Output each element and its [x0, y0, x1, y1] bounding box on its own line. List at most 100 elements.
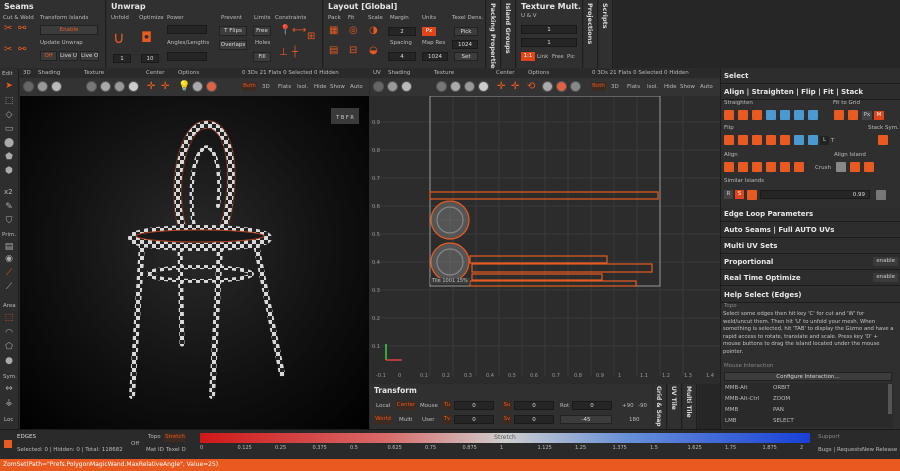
center-cross-icon[interactable]: ✛ [147, 82, 155, 92]
align-island-3-icon[interactable] [864, 162, 874, 172]
hide-button-3d[interactable]: Hide [314, 84, 327, 90]
tu-field[interactable]: 0 [454, 401, 494, 410]
similar-stack-icon[interactable] [876, 190, 886, 200]
enable-button[interactable]: Enable [40, 25, 98, 35]
align-header[interactable]: Align | Straighten | Flip | Fit | Stack [721, 85, 900, 100]
pic-label[interactable]: Pic [567, 54, 575, 60]
straighten-grid-icon[interactable] [766, 110, 776, 120]
select-arrow-icon[interactable]: ➤ [2, 80, 16, 92]
angles-lengths-slider[interactable] [167, 52, 207, 61]
straighten-grid4-icon[interactable] [808, 110, 818, 120]
scripts-tab[interactable]: Scripts [599, 0, 613, 68]
isol-button-3d[interactable]: Isol. [297, 84, 308, 90]
straighten-grid3-icon[interactable] [794, 110, 804, 120]
straighten-both-icon[interactable] [752, 110, 762, 120]
unfold-icon[interactable]: ∪ [113, 30, 125, 46]
fill-button[interactable]: Fill [253, 52, 271, 62]
align-middle-icon[interactable] [780, 162, 790, 172]
align-center-icon[interactable] [738, 162, 748, 172]
both-button-3d[interactable]: Both [242, 82, 257, 91]
symmetry-axis-icon[interactable]: ⚶ [2, 397, 16, 409]
lasso-icon[interactable]: ◠ [2, 327, 16, 339]
select-header[interactable]: Select [721, 69, 900, 84]
edge-mode-icon[interactable]: ▭ [2, 123, 16, 135]
tv-field[interactable]: 0 [454, 415, 494, 424]
fit-grid-1-icon[interactable] [834, 110, 844, 120]
align-top-icon[interactable] [766, 162, 776, 172]
vertex-mode-icon[interactable]: ◇ [2, 109, 16, 121]
mode-3d-button-uv[interactable]: 3D [611, 84, 619, 90]
brush-icon[interactable]: ✎ [2, 201, 16, 213]
optimize-iterations[interactable]: 10 [141, 54, 159, 63]
command-line[interactable]: ZomSet(Path="Prefs.PolygonMagicWand.MaxR… [0, 459, 900, 471]
texture-grid-icon[interactable] [100, 81, 111, 92]
flats-button-3d[interactable]: Flats [278, 84, 291, 90]
fit-icon[interactable]: ◎ [349, 26, 358, 36]
similarity-slider[interactable]: 0.99 [760, 190, 870, 199]
edge-loop-header[interactable]: Edge Loop Parameters [721, 207, 900, 222]
options-sphere-icon[interactable] [192, 81, 203, 92]
texture-sphere-icon[interactable] [114, 81, 125, 92]
show-button-3d[interactable]: Show [330, 84, 345, 90]
light-icon[interactable]: 💡 [178, 82, 190, 92]
uv-texture-plain-icon[interactable] [478, 81, 489, 92]
prim-box-icon[interactable]: ▤ [2, 241, 16, 253]
set-button[interactable]: Set [454, 52, 478, 61]
flip-v-icon[interactable] [738, 135, 748, 145]
island-mode-icon[interactable]: ⬟ [2, 151, 16, 163]
v-mult-field[interactable]: 1 [521, 38, 577, 47]
configure-interaction-button[interactable]: Configure Interaction... [724, 372, 892, 381]
map-res-field[interactable]: 1024 [422, 52, 448, 61]
object-mode-icon[interactable]: ⬢ [2, 165, 16, 177]
prim-sphere-icon[interactable]: ◉ [2, 253, 16, 265]
rot-180-button[interactable]: 180 [629, 417, 640, 423]
auto-button-uv[interactable]: Auto [700, 84, 713, 90]
pin-icon[interactable]: 📍 [279, 26, 291, 36]
align-left-icon[interactable] [724, 162, 734, 172]
uv-tile-tab[interactable]: UV Tile [668, 384, 682, 429]
rot-minus-90-button[interactable]: -90 [638, 403, 647, 409]
user-button[interactable]: User [422, 417, 435, 423]
edge-ring-icon[interactable]: ⟋ [2, 281, 16, 293]
free-button[interactable]: Free [253, 26, 271, 36]
align-constraint-icon[interactable]: ⟷ [292, 26, 306, 36]
margin-field[interactable]: 2 [388, 27, 416, 36]
weld-icon[interactable]: ⚯ [18, 24, 26, 34]
stack2-icon[interactable] [808, 135, 818, 145]
grid-snap-tab[interactable]: Grid & Snap [653, 384, 667, 429]
uv-options-sphere-icon[interactable] [542, 81, 553, 92]
crush-button[interactable]: Crush [815, 165, 831, 171]
flip-l-button[interactable]: L [820, 136, 829, 145]
texel-field[interactable]: 1024 [452, 40, 478, 49]
center-cross2-icon[interactable]: ✛ [161, 82, 169, 92]
bindings-scrollbar[interactable] [888, 384, 892, 414]
straighten-v-icon[interactable] [738, 110, 748, 120]
shield-icon[interactable]: ⛉ [2, 215, 16, 227]
fit-grid-px-button[interactable]: Px [862, 111, 872, 120]
area-select-icon[interactable]: ⬚ [2, 312, 16, 324]
flip-both-icon[interactable] [752, 135, 762, 145]
marquee-icon[interactable]: ⬚ [2, 95, 16, 107]
loop-weld-icon[interactable]: ⚯ [18, 45, 26, 55]
u-mult-field[interactable]: 1 [521, 25, 577, 34]
optimize-icon[interactable]: ◘ [141, 30, 152, 46]
paint-select-icon[interactable]: ● [2, 355, 16, 367]
shading-wire-icon[interactable] [37, 81, 48, 92]
t-flips-button[interactable]: T Flips [219, 26, 247, 36]
tab-center-uv[interactable]: Center [496, 70, 515, 76]
mode-3d-button[interactable]: 3D [262, 84, 270, 90]
help-header[interactable]: Help Select (Edges) [721, 288, 900, 303]
tab-texture-3d[interactable]: Texture [84, 70, 104, 76]
viewport-uv[interactable]: 0.9 0.8 0.7 0.6 0.5 0.4 0.3 0.2 0.1 -0.1 0 0.1 0.2 0… [370, 96, 720, 383]
local-button[interactable]: Local [376, 403, 390, 409]
tab-options-uv[interactable]: Options [528, 70, 549, 76]
bugs-link[interactable]: Bugs | Requests [818, 447, 862, 453]
auto-seams-header[interactable]: Auto Seams | Full AUTO UVs [721, 223, 900, 238]
grid-constraint-icon[interactable]: ⊞ [307, 32, 315, 42]
su-field[interactable]: 0 [514, 401, 554, 410]
fit-grid-m-button[interactable]: M [874, 111, 884, 120]
multi-button[interactable]: Multi [399, 417, 412, 423]
pick-button[interactable]: Pick [454, 27, 478, 36]
uv-options-color-icon[interactable] [556, 81, 567, 92]
uv-options-icon[interactable]: ⟲ [527, 82, 535, 92]
